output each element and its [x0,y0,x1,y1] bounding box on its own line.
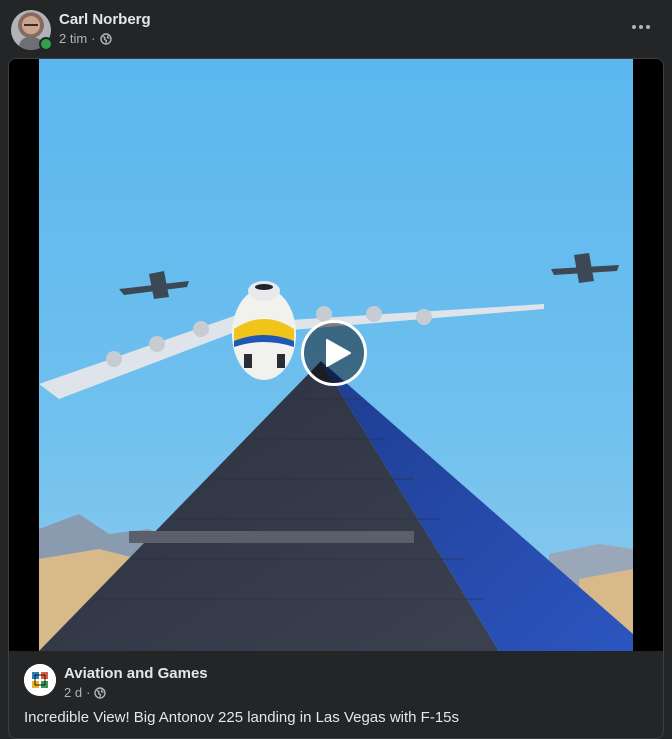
shared-post-meta: 2 d · [64,685,107,700]
more-dot-icon [639,25,643,29]
shared-post-caption: Incredible View! Big Antonov 225 landing… [24,709,459,726]
shared-post-footer: Aviation and Games 2 d · Incredible View… [9,652,663,738]
globe-icon [94,686,107,699]
post-header: Carl Norberg 2 tim · [0,0,672,58]
more-dot-icon [632,25,636,29]
more-dot-icon [646,25,650,29]
meta-separator: · [91,31,96,46]
play-icon [326,339,351,367]
page-avatar[interactable] [24,664,56,696]
more-options-button[interactable] [626,14,656,40]
post-time[interactable]: 2 tim [59,31,87,46]
online-status-dot [39,37,53,51]
author-name[interactable]: Carl Norberg [59,11,151,28]
shared-post-card[interactable]: Aviation and Games 2 d · Incredible View… [8,58,664,739]
globe-icon [99,32,112,45]
shared-post-time[interactable]: 2 d [64,685,82,700]
post-meta: 2 tim · [59,31,112,46]
meta-separator: · [86,685,91,700]
play-button[interactable] [301,320,367,386]
video-player[interactable] [9,59,663,651]
page-name[interactable]: Aviation and Games [64,665,208,682]
avatar-glasses [24,24,38,30]
page-logo-icon [24,664,56,696]
